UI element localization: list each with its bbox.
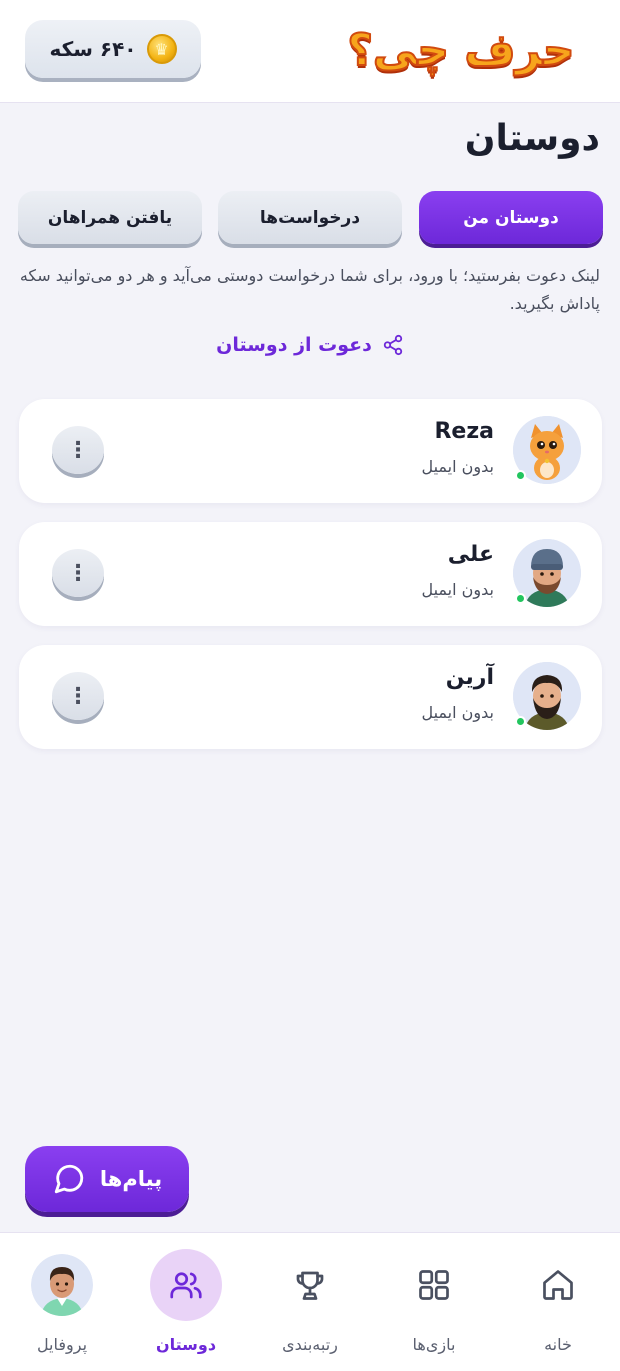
nav-label-friends: دوستان (155, 1335, 217, 1354)
friends-tabs: دوستان من درخواست‌ها یافتن همراهان (18, 191, 603, 247)
home-icon (543, 1270, 573, 1300)
bottom-navigation: خانه بازی‌ها رتبه‌بندی (0, 1232, 620, 1371)
more-options-button[interactable]: ⋮ (52, 549, 104, 597)
online-status-dot (515, 716, 526, 727)
invite-friends-link[interactable]: دعوت از دوستان (0, 330, 620, 360)
app-header: ♛ ۶۴۰ سکه حرف چی؟ (0, 0, 620, 103)
online-status-dot (515, 470, 526, 481)
chat-icon (54, 1164, 84, 1194)
app-logo[interactable]: حرف چی؟ (346, 18, 576, 82)
more-options-button[interactable]: ⋮ (52, 426, 104, 474)
tab-my-friends[interactable]: دوستان من (419, 191, 603, 244)
more-vertical-icon: ⋮ (67, 560, 89, 586)
page-title: دوستان (464, 118, 600, 159)
app-logo-text: حرف چی؟ (346, 24, 575, 77)
friend-name: آرین (445, 665, 494, 690)
more-vertical-icon: ⋮ (67, 437, 89, 463)
more-options-button[interactable]: ⋮ (52, 672, 104, 720)
friend-card[interactable]: آرین بدون ایمیل ⋮ (19, 645, 602, 749)
friend-name: علی (447, 542, 494, 567)
online-status-dot (515, 593, 526, 604)
nav-item-profile[interactable]: پروفایل (0, 1233, 124, 1371)
nav-item-home[interactable]: خانه (496, 1233, 620, 1371)
friend-avatar (513, 539, 581, 607)
friend-avatar (513, 662, 581, 730)
coin-icon: ♛ (146, 34, 177, 64)
users-icon (170, 1272, 202, 1299)
more-vertical-icon: ⋮ (67, 683, 89, 709)
friend-card[interactable]: علی بدون ایمیل ⋮ (19, 522, 602, 626)
friend-avatar (513, 416, 581, 484)
tab-requests[interactable]: درخواست‌ها (218, 191, 402, 244)
nav-label-home: خانه (544, 1335, 572, 1354)
share-icon (383, 334, 403, 356)
invite-friends-label: دعوت از دوستان (216, 334, 372, 356)
nav-label-games: بازی‌ها (412, 1335, 456, 1354)
grid-icon (419, 1270, 449, 1300)
messages-label: پیام‌ها (99, 1167, 163, 1191)
friend-name: Reza (434, 419, 494, 444)
coin-balance-label: ۶۴۰ سکه (49, 37, 137, 61)
nav-label-profile: پروفایل (36, 1335, 88, 1354)
friend-email-status: بدون ایمیل (421, 703, 494, 722)
friend-email-status: بدون ایمیل (421, 580, 494, 599)
nav-item-games[interactable]: بازی‌ها (372, 1233, 496, 1371)
nav-label-leaderboard: رتبه‌بندی (282, 1335, 338, 1354)
tab-find-companions[interactable]: یافتن همراهان (18, 191, 202, 244)
messages-button[interactable]: پیام‌ها (25, 1146, 189, 1212)
nav-item-leaderboard[interactable]: رتبه‌بندی (248, 1233, 372, 1371)
friend-card[interactable]: Reza بدون ایمیل ⋮ (19, 399, 602, 503)
trophy-icon (296, 1271, 324, 1300)
nav-item-friends[interactable]: دوستان (124, 1233, 248, 1371)
friend-email-status: بدون ایمیل (421, 457, 494, 476)
invite-info-text: لینک دعوت بفرستید؛ با ورود، برای شما درخ… (19, 266, 600, 313)
coin-balance-button[interactable]: ♛ ۶۴۰ سکه (25, 20, 201, 78)
profile-avatar-icon (31, 1254, 93, 1316)
